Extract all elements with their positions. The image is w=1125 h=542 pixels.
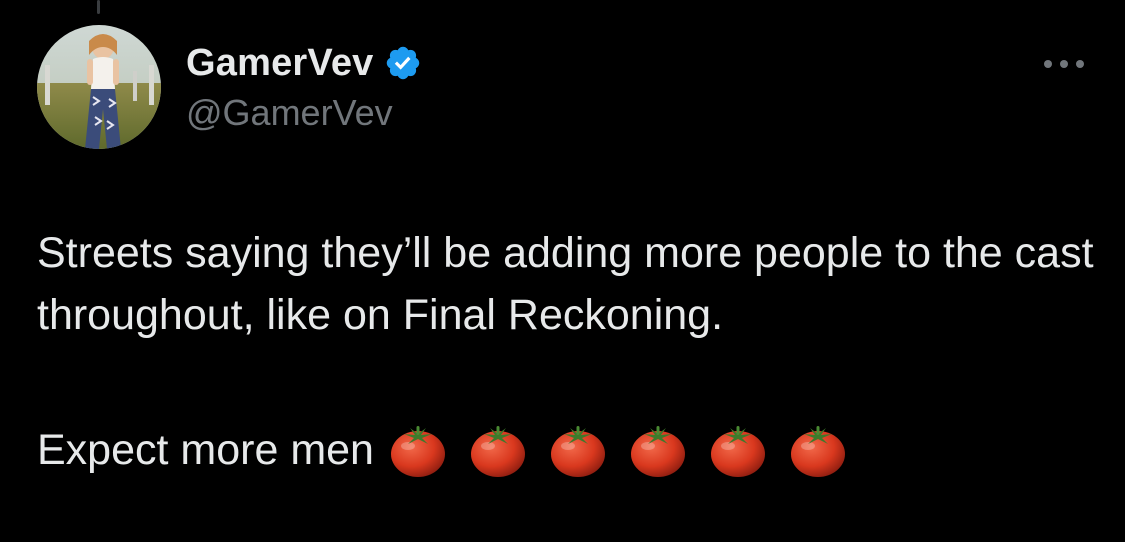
avatar[interactable]	[37, 25, 161, 149]
avatar-photo-icon	[37, 25, 161, 149]
tomato-emoji-icon	[790, 426, 845, 477]
more-options-icon[interactable]	[1040, 57, 1088, 71]
tweet-header: GamerVev @GamerVev	[186, 38, 422, 134]
author-display-name[interactable]: GamerVev	[186, 42, 374, 85]
tomato-emoji-icon	[550, 426, 605, 477]
verified-badge-icon	[384, 44, 422, 82]
tomato-emoji-icon	[390, 426, 445, 477]
tomato-emoji-icon	[470, 426, 525, 477]
tweet-text-paragraph-2: Expect more men	[37, 425, 374, 474]
tweet-text-paragraph-1: Streets saying they’ll be adding more pe…	[37, 229, 1106, 339]
name-row: GamerVev	[186, 38, 422, 88]
tomato-emoji-icon	[630, 426, 685, 477]
tomato-emoji-group	[388, 420, 868, 480]
thread-connector-line	[97, 0, 100, 14]
tweet-text-paragraph-2-row: Expect more men	[37, 419, 868, 481]
author-handle[interactable]: @GamerVev	[186, 92, 422, 134]
tomato-emoji-icon	[710, 426, 765, 477]
